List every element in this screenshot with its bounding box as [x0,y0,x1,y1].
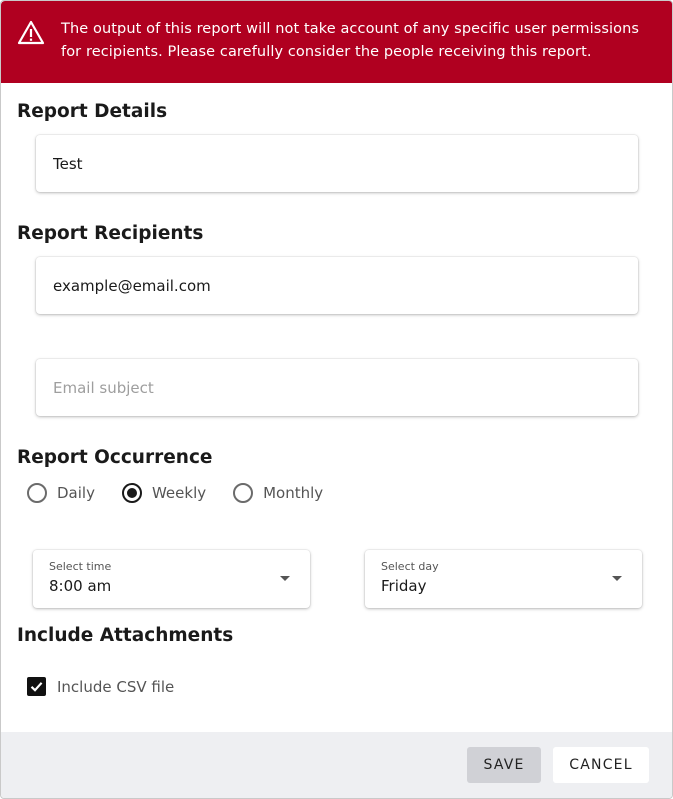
select-day-value: Friday [381,577,427,595]
select-day-dropdown[interactable]: Select day Friday [365,550,642,608]
select-time-value: 8:00 am [49,577,112,595]
select-day-label: Select day [381,560,439,573]
include-csv-label: Include CSV file [57,677,175,696]
radio-monthly[interactable]: Monthly [233,483,323,503]
radio-button[interactable] [27,483,47,503]
alert-message: The output of this report will not take … [61,21,640,60]
warning-triangle-icon [17,20,45,45]
report-details-title: Report Details [17,101,168,122]
checkmark-icon [30,682,43,692]
dialog-footer: SAVE CANCEL [1,732,672,798]
report-recipients-title: Report Recipients [17,223,204,244]
select-time-label: Select time [49,560,112,573]
report-occurrence-title: Report Occurrence [17,447,213,468]
save-button[interactable]: SAVE [467,747,541,783]
email-subject-input[interactable] [53,378,638,397]
recipient-email-input[interactable] [53,276,638,295]
radio-button-selected[interactable] [121,483,142,503]
permissions-alert: The output of this report will not take … [1,1,672,83]
radio-label-daily: Daily [57,484,95,502]
cancel-button[interactable]: CANCEL [553,747,649,783]
report-name-field[interactable] [36,135,638,192]
chevron-down-icon[interactable] [612,576,622,581]
radio-weekly[interactable]: Weekly [121,483,207,503]
radio-daily[interactable]: Daily [27,483,95,503]
include-attachments-title: Include Attachments [17,625,234,646]
report-dialog: The output of this report will not take … [0,0,673,799]
radio-button[interactable] [233,483,254,503]
select-time-dropdown[interactable]: Select time 8:00 am [33,550,310,608]
occurrence-radio-group: Daily Weekly Monthly [27,482,350,504]
recipient-email-field[interactable] [36,257,638,314]
chevron-down-icon[interactable] [280,576,290,581]
report-name-input[interactable] [53,154,638,173]
include-csv-checkbox[interactable] [27,677,46,696]
email-subject-field[interactable] [36,359,638,416]
include-csv-checkbox-row[interactable]: Include CSV file [27,677,174,696]
radio-label-monthly: Monthly [263,484,324,502]
radio-label-weekly: Weekly [151,484,207,502]
